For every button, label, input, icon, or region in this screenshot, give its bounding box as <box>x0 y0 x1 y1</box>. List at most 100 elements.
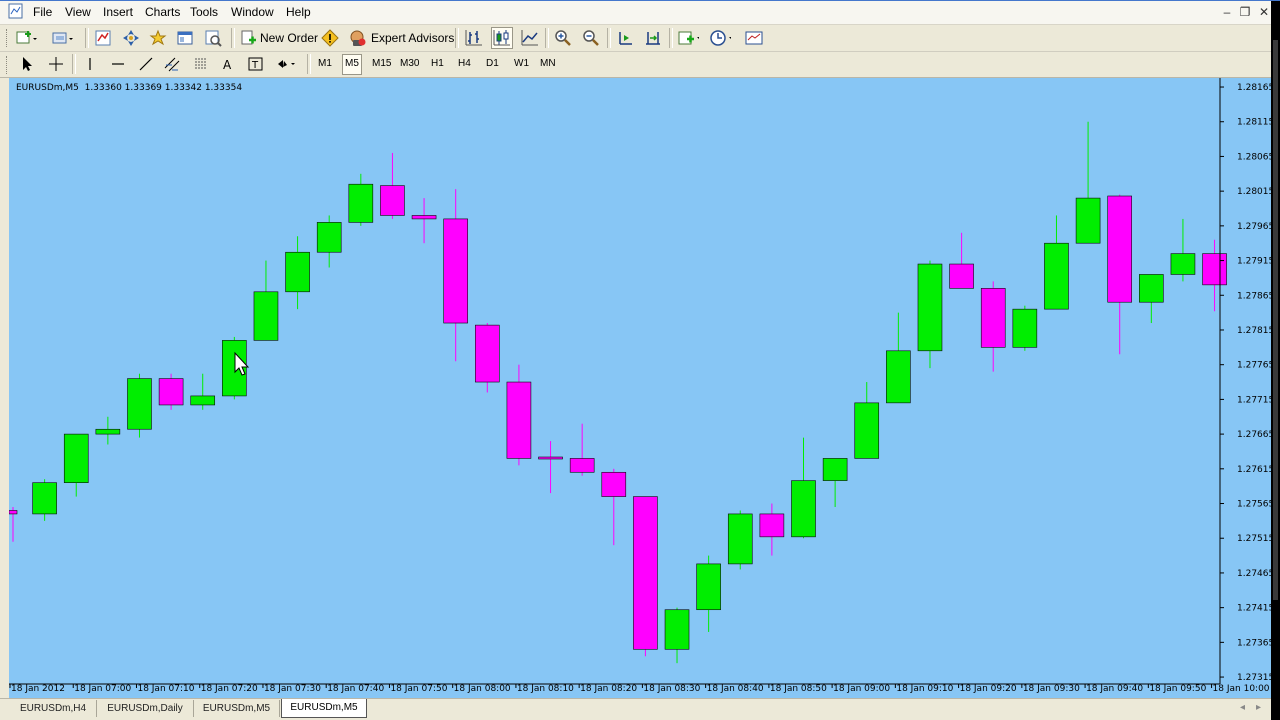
periods-icon[interactable] <box>709 27 731 49</box>
menu-help[interactable]: Help <box>286 5 311 19</box>
tab-eurusdm-h4[interactable]: EURUSDm,H4 <box>10 700 97 717</box>
y-tick-label: 1.27565 <box>1237 500 1271 510</box>
app-icon <box>8 3 24 20</box>
tab-eurusdm-m5-active[interactable]: EURUSDm,M5 <box>281 699 367 718</box>
candle-body <box>791 480 816 538</box>
candlestick-chart[interactable]: 1.28165 1.28115 1.28065 1.28015 1.27965 1.279… <box>9 78 1271 698</box>
profiles-icon[interactable] <box>51 27 73 49</box>
zoom-in-icon[interactable] <box>552 27 574 49</box>
y-tick-label: 1.27315 <box>1237 673 1271 683</box>
timeframe-m5[interactable]: M5 <box>342 54 362 75</box>
menu-charts[interactable]: Charts <box>145 5 180 19</box>
horizontal-line-icon[interactable] <box>107 53 129 75</box>
candle-body <box>158 378 184 406</box>
candle <box>791 437 816 539</box>
y-tick-label: 1.28065 <box>1237 152 1271 162</box>
svg-text:T: T <box>251 60 259 71</box>
timeframe-h4[interactable]: H4 <box>458 58 471 69</box>
timeframe-d1[interactable]: D1 <box>486 58 499 69</box>
equidistant-channel-icon[interactable] <box>162 53 184 75</box>
candle <box>886 312 911 404</box>
timeframe-m30[interactable]: M30 <box>400 58 419 69</box>
text-label-icon[interactable]: T <box>245 53 267 75</box>
bar-chart-icon[interactable] <box>463 27 485 49</box>
candle <box>949 232 974 289</box>
x-tick-label: 18 Jan 08:10 <box>517 684 574 694</box>
timeframe-w1[interactable]: W1 <box>514 58 529 69</box>
cursor-icon[interactable] <box>16 53 38 75</box>
candle-body <box>822 458 848 481</box>
chart-shift-icon[interactable] <box>614 27 636 49</box>
chart-window[interactable]: 1.28165 1.28115 1.28065 1.28015 1.27965 1.279… <box>9 78 1271 698</box>
new-chart-icon[interactable] <box>16 27 38 49</box>
x-tick-label: 18 Jan 08:00 <box>454 684 511 694</box>
new-order-icon[interactable] <box>237 27 259 49</box>
terminal-icon[interactable] <box>174 27 196 49</box>
candle-body <box>601 471 627 497</box>
y-tick-label: 1.28015 <box>1237 187 1271 197</box>
tab-eurusdm-m5[interactable]: EURUSDm,M5 <box>194 700 280 717</box>
candle-body <box>980 288 1006 348</box>
candle <box>569 423 595 476</box>
indicators-icon[interactable] <box>677 27 699 49</box>
vertical-line-icon[interactable] <box>79 53 101 75</box>
navigator-icon[interactable] <box>120 27 142 49</box>
y-tick-label: 1.27665 <box>1237 430 1271 440</box>
tab-eurusdm-daily[interactable]: EURUSDm,Daily <box>97 700 194 717</box>
candle <box>348 173 374 226</box>
tab-scroll-right-icon[interactable]: ▸ <box>1256 702 1261 713</box>
standard-toolbar: New Order Expert Advisors <box>0 25 1271 52</box>
fibonacci-icon[interactable] <box>190 53 212 75</box>
candle <box>9 506 18 542</box>
menu-window[interactable]: Window <box>231 5 274 19</box>
alert-icon[interactable] <box>319 27 341 49</box>
text-icon[interactable]: A <box>217 53 239 75</box>
menu-file[interactable]: File <box>33 5 52 19</box>
timeframe-m1[interactable]: M1 <box>318 58 332 69</box>
candle <box>380 152 405 219</box>
timeframe-h1[interactable]: H1 <box>431 58 444 69</box>
candle-body <box>633 496 658 650</box>
restore-icon[interactable]: ❐ <box>1237 4 1253 20</box>
x-tick-label: 18 Jan 08:40 <box>707 684 764 694</box>
candle-body <box>411 215 437 220</box>
x-tick-label: 18 Jan 07:10 <box>137 684 194 694</box>
candle <box>980 281 1006 372</box>
candle-body <box>1139 274 1164 303</box>
tab-scroll-left-icon[interactable]: ◂ <box>1240 702 1245 713</box>
market-watch-icon[interactable] <box>92 27 114 49</box>
expert-advisors-button[interactable]: Expert Advisors <box>371 31 454 45</box>
menu-view[interactable]: View <box>65 5 91 19</box>
close-icon[interactable]: ✕ <box>1256 4 1271 20</box>
crosshair-icon[interactable] <box>45 53 67 75</box>
templates-icon[interactable] <box>744 27 766 49</box>
menu-tools[interactable]: Tools <box>190 5 218 19</box>
toolbar-grip <box>6 29 10 47</box>
zoom-out-icon[interactable] <box>580 27 602 49</box>
timeframe-mn[interactable]: MN <box>540 58 556 69</box>
candle-body <box>1202 253 1227 286</box>
minimize-icon[interactable]: – <box>1219 4 1235 20</box>
trendline-icon[interactable] <box>135 53 157 75</box>
strategy-tester-icon[interactable] <box>202 27 224 49</box>
candle <box>1075 121 1101 244</box>
candle-body <box>569 458 595 473</box>
arrows-icon[interactable] <box>276 53 298 75</box>
candle <box>443 189 468 362</box>
y-tick-label: 1.28165 <box>1237 83 1271 93</box>
new-order-button[interactable]: New Order <box>260 31 318 45</box>
favorites-icon[interactable] <box>147 27 169 49</box>
x-tick-label: 18 Jan 08:50 <box>770 684 827 694</box>
line-chart-icon[interactable] <box>519 27 541 49</box>
timeframe-m15[interactable]: M15 <box>372 58 391 69</box>
candle <box>696 555 721 632</box>
candle-body <box>474 324 500 383</box>
candle <box>506 364 532 466</box>
candle-body <box>696 563 721 611</box>
x-tick-label: 18 Jan 09:20 <box>960 684 1017 694</box>
expert-advisors-icon[interactable] <box>347 27 369 49</box>
candlestick-chart-icon[interactable] <box>491 27 513 49</box>
candle-body <box>253 291 279 341</box>
auto-scroll-icon[interactable] <box>642 27 664 49</box>
menu-insert[interactable]: Insert <box>103 5 133 19</box>
